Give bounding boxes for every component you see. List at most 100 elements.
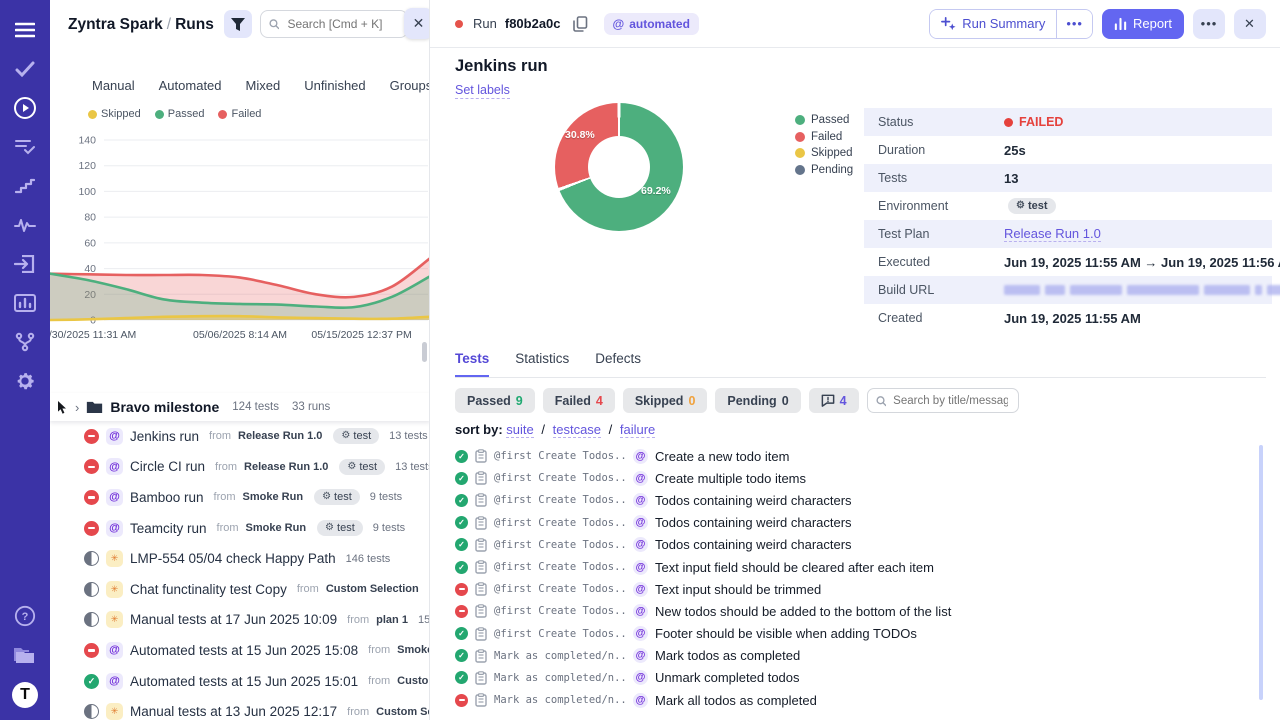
test-row[interactable]: @first Create Todos...@Create a new todo… [455,445,1266,467]
test-title[interactable]: Text input should be trimmed [655,582,821,597]
run-plan-name[interactable]: plan 1 [376,614,408,626]
search-input[interactable] [285,16,399,32]
test-row[interactable]: Mark as completed/n...@Mark all todos as… [455,689,1266,711]
run-name[interactable]: Teamcity run [130,521,207,536]
test-title[interactable]: Todos containing weird characters [655,537,852,552]
tab-defects[interactable]: Defects [595,351,641,377]
test-title[interactable]: Mark todos as completed [655,648,800,663]
test-suite-name[interactable]: Mark as completed/n... [494,672,626,684]
test-row[interactable]: @first Create Todos...@New todos should … [455,600,1266,622]
run-name[interactable]: Manual tests at 17 Jun 2025 10:09 [130,612,337,627]
help-icon[interactable]: ? [13,604,37,628]
result-donut-chart[interactable]: 30.8% 69.2% [555,103,683,231]
run-row[interactable]: @Circle CI runfromRelease Run 1.0⚙test13… [50,452,430,483]
test-row[interactable]: @first Create Todos...@Text input field … [455,556,1266,578]
run-plan-name[interactable]: Release Run 1.0 [244,461,328,473]
test-plan-link[interactable]: Release Run 1.0 [1004,226,1101,242]
test-suite-name[interactable]: @first Create Todos... [494,628,626,640]
runs-trend-chart[interactable]: 0204060801001201404/30/2025 11:31 AM05/0… [50,124,430,346]
filter-failed[interactable]: Failed4 [543,388,615,413]
runs-play-icon[interactable] [13,96,37,120]
test-suite-name[interactable]: @first Create Todos... [494,561,626,573]
run-plan-name[interactable]: Release Run 1.0 [238,430,322,442]
run-summary-button[interactable]: Run Summary [930,10,1056,38]
run-plan-name[interactable]: Custom Selection [326,583,419,595]
test-title[interactable]: Footer should be visible when adding TOD… [655,626,917,641]
left-panel-scrollbar[interactable] [422,342,427,362]
report-button[interactable]: Report [1102,9,1184,39]
test-title[interactable]: Todos containing weird characters [655,515,852,530]
tests-search[interactable] [867,388,1019,413]
filter-passed[interactable]: Passed9 [455,388,535,413]
run-name[interactable]: Jenkins run [130,429,199,444]
run-row[interactable]: @Jenkins runfromRelease Run 1.0⚙test13 t… [50,421,430,452]
run-row[interactable]: @Automated tests at 15 Jun 2025 15:01fro… [50,666,430,697]
test-suite-name[interactable]: Mark as completed/n... [494,694,626,706]
tab-manual[interactable]: Manual [92,78,135,93]
pulse-icon[interactable] [13,213,37,237]
menu-icon[interactable] [13,18,37,42]
test-title[interactable]: New todos should be added to the bottom … [655,604,951,619]
test-suite-name[interactable]: @first Create Todos... [494,494,626,506]
test-suite-name[interactable]: @first Create Todos... [494,539,626,551]
set-labels-link[interactable]: Set labels [455,83,510,99]
tab-unfinished[interactable]: Unfinished [304,78,365,93]
automated-badge[interactable]: @ automated [604,13,699,35]
test-title[interactable]: Unmark completed todos [655,670,800,685]
tab-statistics[interactable]: Statistics [515,351,569,377]
run-name[interactable]: Bamboo run [130,490,204,505]
tests-search-input[interactable] [891,394,1009,408]
branches-icon[interactable] [13,330,37,354]
test-row[interactable]: @first Create Todos...@Footer should be … [455,623,1266,645]
test-row[interactable]: Mark as completed/n...@Mark todos as com… [455,645,1266,667]
more-options-button[interactable]: ••• [1193,9,1225,39]
tab-tests[interactable]: Tests [455,351,489,377]
milestone-row[interactable]: › Bravo milestone 124 tests 33 runs [50,393,430,421]
filter-pending[interactable]: Pending0 [715,388,800,413]
test-title[interactable]: Create multiple todo items [655,471,806,486]
filter-comments[interactable]: 4 [809,388,859,413]
run-plan-name[interactable]: Smoke Run [246,522,307,534]
tab-mixed[interactable]: Mixed [246,78,281,93]
import-icon[interactable] [13,252,37,276]
analytics-icon[interactable] [13,291,37,315]
test-title[interactable]: Create a new todo item [655,449,789,464]
test-suite-name[interactable]: @first Create Todos... [494,472,626,484]
filter-button[interactable] [224,10,252,38]
logo[interactable]: T [12,682,38,708]
test-suite-name[interactable]: Mark as completed/n... [494,650,626,662]
run-row[interactable]: @Teamcity runfromSmoke Run⚙test9 tests [50,513,430,544]
run-name[interactable]: Manual tests at 13 Jun 2025 12:17 [130,704,337,719]
run-name[interactable]: Chat functinality test Copy [130,582,287,597]
runs-search[interactable] [260,10,408,38]
run-row[interactable]: ✳Manual tests at 17 Jun 2025 10:09frompl… [50,605,430,636]
test-row[interactable]: @first Create Todos...@Text input should… [455,578,1266,600]
test-suite-name[interactable]: @first Create Todos... [494,517,626,529]
run-row[interactable]: @Bamboo runfromSmoke Run⚙test9 tests [50,482,430,513]
test-row[interactable]: @first Create Todos...@Create multiple t… [455,467,1266,489]
run-plan-name[interactable]: Custom Selection [397,675,430,687]
tasks-check-icon[interactable] [13,57,37,81]
tests-scrollbar[interactable] [1259,445,1263,700]
run-plan-name[interactable]: Smoke Run [397,644,430,656]
test-title[interactable]: Text input field should be cleared after… [655,560,934,575]
test-suite-name[interactable]: @first Create Todos... [494,583,626,595]
run-name[interactable]: LMP-554 05/04 check Happy Path [130,551,336,566]
test-suite-name[interactable]: @first Create Todos... [494,605,626,617]
project-name[interactable]: Zyntra Spark [68,16,163,33]
test-title[interactable]: Todos containing weird characters [655,493,852,508]
close-detail-button[interactable]: ✕ [1234,9,1266,39]
run-row[interactable]: ✳Chat functinality test CopyfromCustom S… [50,574,430,605]
run-row[interactable]: ✳LMP-554 05/04 check Happy Path146 tests [50,543,430,574]
filter-skipped[interactable]: Skipped0 [623,388,708,413]
test-title[interactable]: Mark all todos as completed [655,693,817,708]
run-plan-name[interactable]: Custom Selection [376,706,430,718]
test-row[interactable]: @first Create Todos...@Todos containing … [455,534,1266,556]
sort-link-failure[interactable]: failure [620,422,655,438]
run-plan-name[interactable]: Smoke Run [243,491,304,503]
run-summary-more-button[interactable]: ••• [1056,10,1092,38]
test-list-icon[interactable] [13,135,37,159]
tab-automated[interactable]: Automated [159,78,222,93]
run-row[interactable]: @Automated tests at 15 Jun 2025 15:08fro… [50,635,430,666]
test-row[interactable]: @first Create Todos...@Todos containing … [455,489,1266,511]
